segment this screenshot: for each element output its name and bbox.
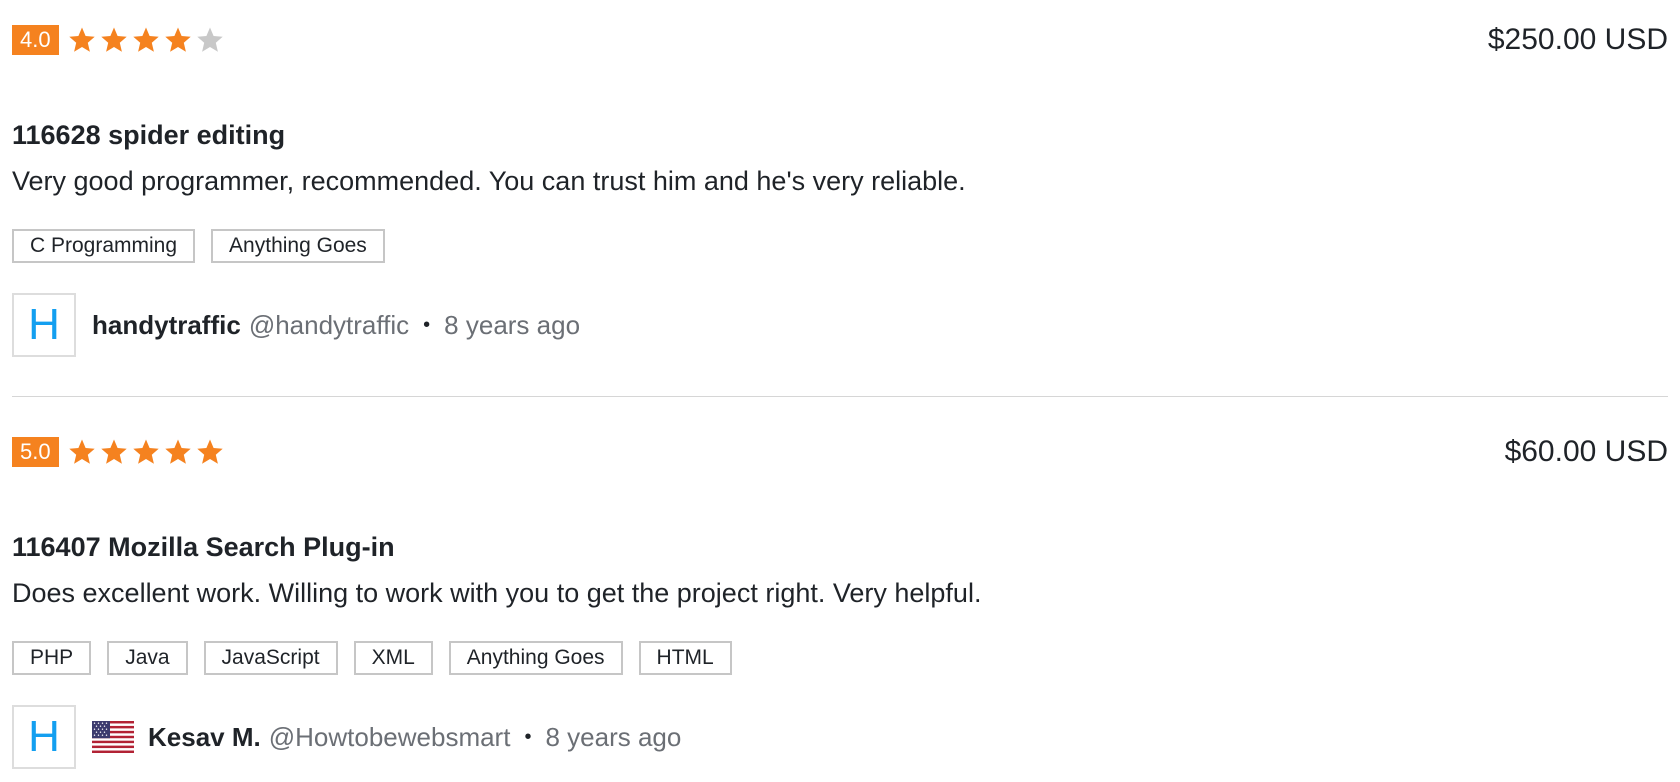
- star-filled-icon: [99, 437, 129, 467]
- star-filled-icon: [67, 25, 97, 55]
- review-text: Does excellent work. Willing to work wit…: [12, 578, 982, 608]
- reviews-list: 4.0 $250.00 USD 116628 spider editing Ve…: [0, 0, 1680, 782]
- skill-tags: PHP Java JavaScript XML Anything Goes HT…: [12, 641, 1668, 675]
- skill-tags: C Programming Anything Goes: [12, 229, 1668, 263]
- star-filled-icon: [163, 437, 193, 467]
- reviewer-handle: @handytraffic: [248, 309, 410, 340]
- star-filled-icon: [131, 437, 161, 467]
- rating-row: 4.0: [12, 25, 1668, 55]
- rating-badge: 5.0: [12, 437, 59, 467]
- skill-tag[interactable]: PHP: [12, 641, 92, 675]
- reviewer-info: H handytraffic @handytraffic • 8 years a…: [12, 293, 1668, 357]
- reviewer-info: H Kesav M. @Howtobewebsmart • 8 years ag…: [12, 705, 1668, 769]
- review-time: 8 years ago: [444, 309, 581, 340]
- star-filled-icon: [195, 437, 225, 467]
- separator-dot: •: [423, 313, 431, 336]
- review-time: 8 years ago: [545, 721, 682, 752]
- review-item: 4.0 $250.00 USD 116628 spider editing Ve…: [12, 0, 1668, 397]
- skill-tag[interactable]: XML: [353, 641, 433, 675]
- reviewer-name-link[interactable]: handytraffic: [92, 310, 241, 341]
- review-text: Very good programmer, recommended. You c…: [12, 166, 966, 196]
- skill-tag[interactable]: Java: [107, 641, 188, 675]
- avatar[interactable]: H: [12, 705, 76, 769]
- skill-tag[interactable]: Anything Goes: [211, 229, 385, 263]
- star-filled-icon: [163, 25, 193, 55]
- star-filled-icon: [131, 25, 161, 55]
- star-rating: [67, 25, 227, 55]
- star-rating: [67, 437, 227, 467]
- skill-tag[interactable]: C Programming: [12, 229, 196, 263]
- skill-tag[interactable]: JavaScript: [203, 641, 338, 675]
- star-filled-icon: [99, 25, 129, 55]
- reviewer-name-link[interactable]: Kesav M.: [148, 722, 261, 753]
- reviewer-handle: @Howtobewebsmart: [268, 721, 511, 752]
- project-title-link[interactable]: 116628 spider editing: [12, 119, 1668, 151]
- skill-tag[interactable]: HTML: [638, 641, 732, 675]
- avatar[interactable]: H: [12, 293, 76, 357]
- review-price: $250.00 USD: [1487, 23, 1668, 56]
- skill-tag[interactable]: Anything Goes: [448, 641, 623, 675]
- rating-badge: 4.0: [12, 25, 59, 55]
- separator-dot: •: [524, 725, 532, 748]
- review-item: 5.0 $60.00 USD 116407 Mozilla Search Plu…: [12, 397, 1668, 782]
- project-title-link[interactable]: 116407 Mozilla Search Plug-in: [12, 531, 1668, 563]
- star-empty-icon: [195, 25, 225, 55]
- review-price: $60.00 USD: [1504, 435, 1668, 468]
- star-filled-icon: [67, 437, 97, 467]
- us-flag-icon: [92, 721, 134, 753]
- rating-row: 5.0: [12, 437, 1668, 467]
